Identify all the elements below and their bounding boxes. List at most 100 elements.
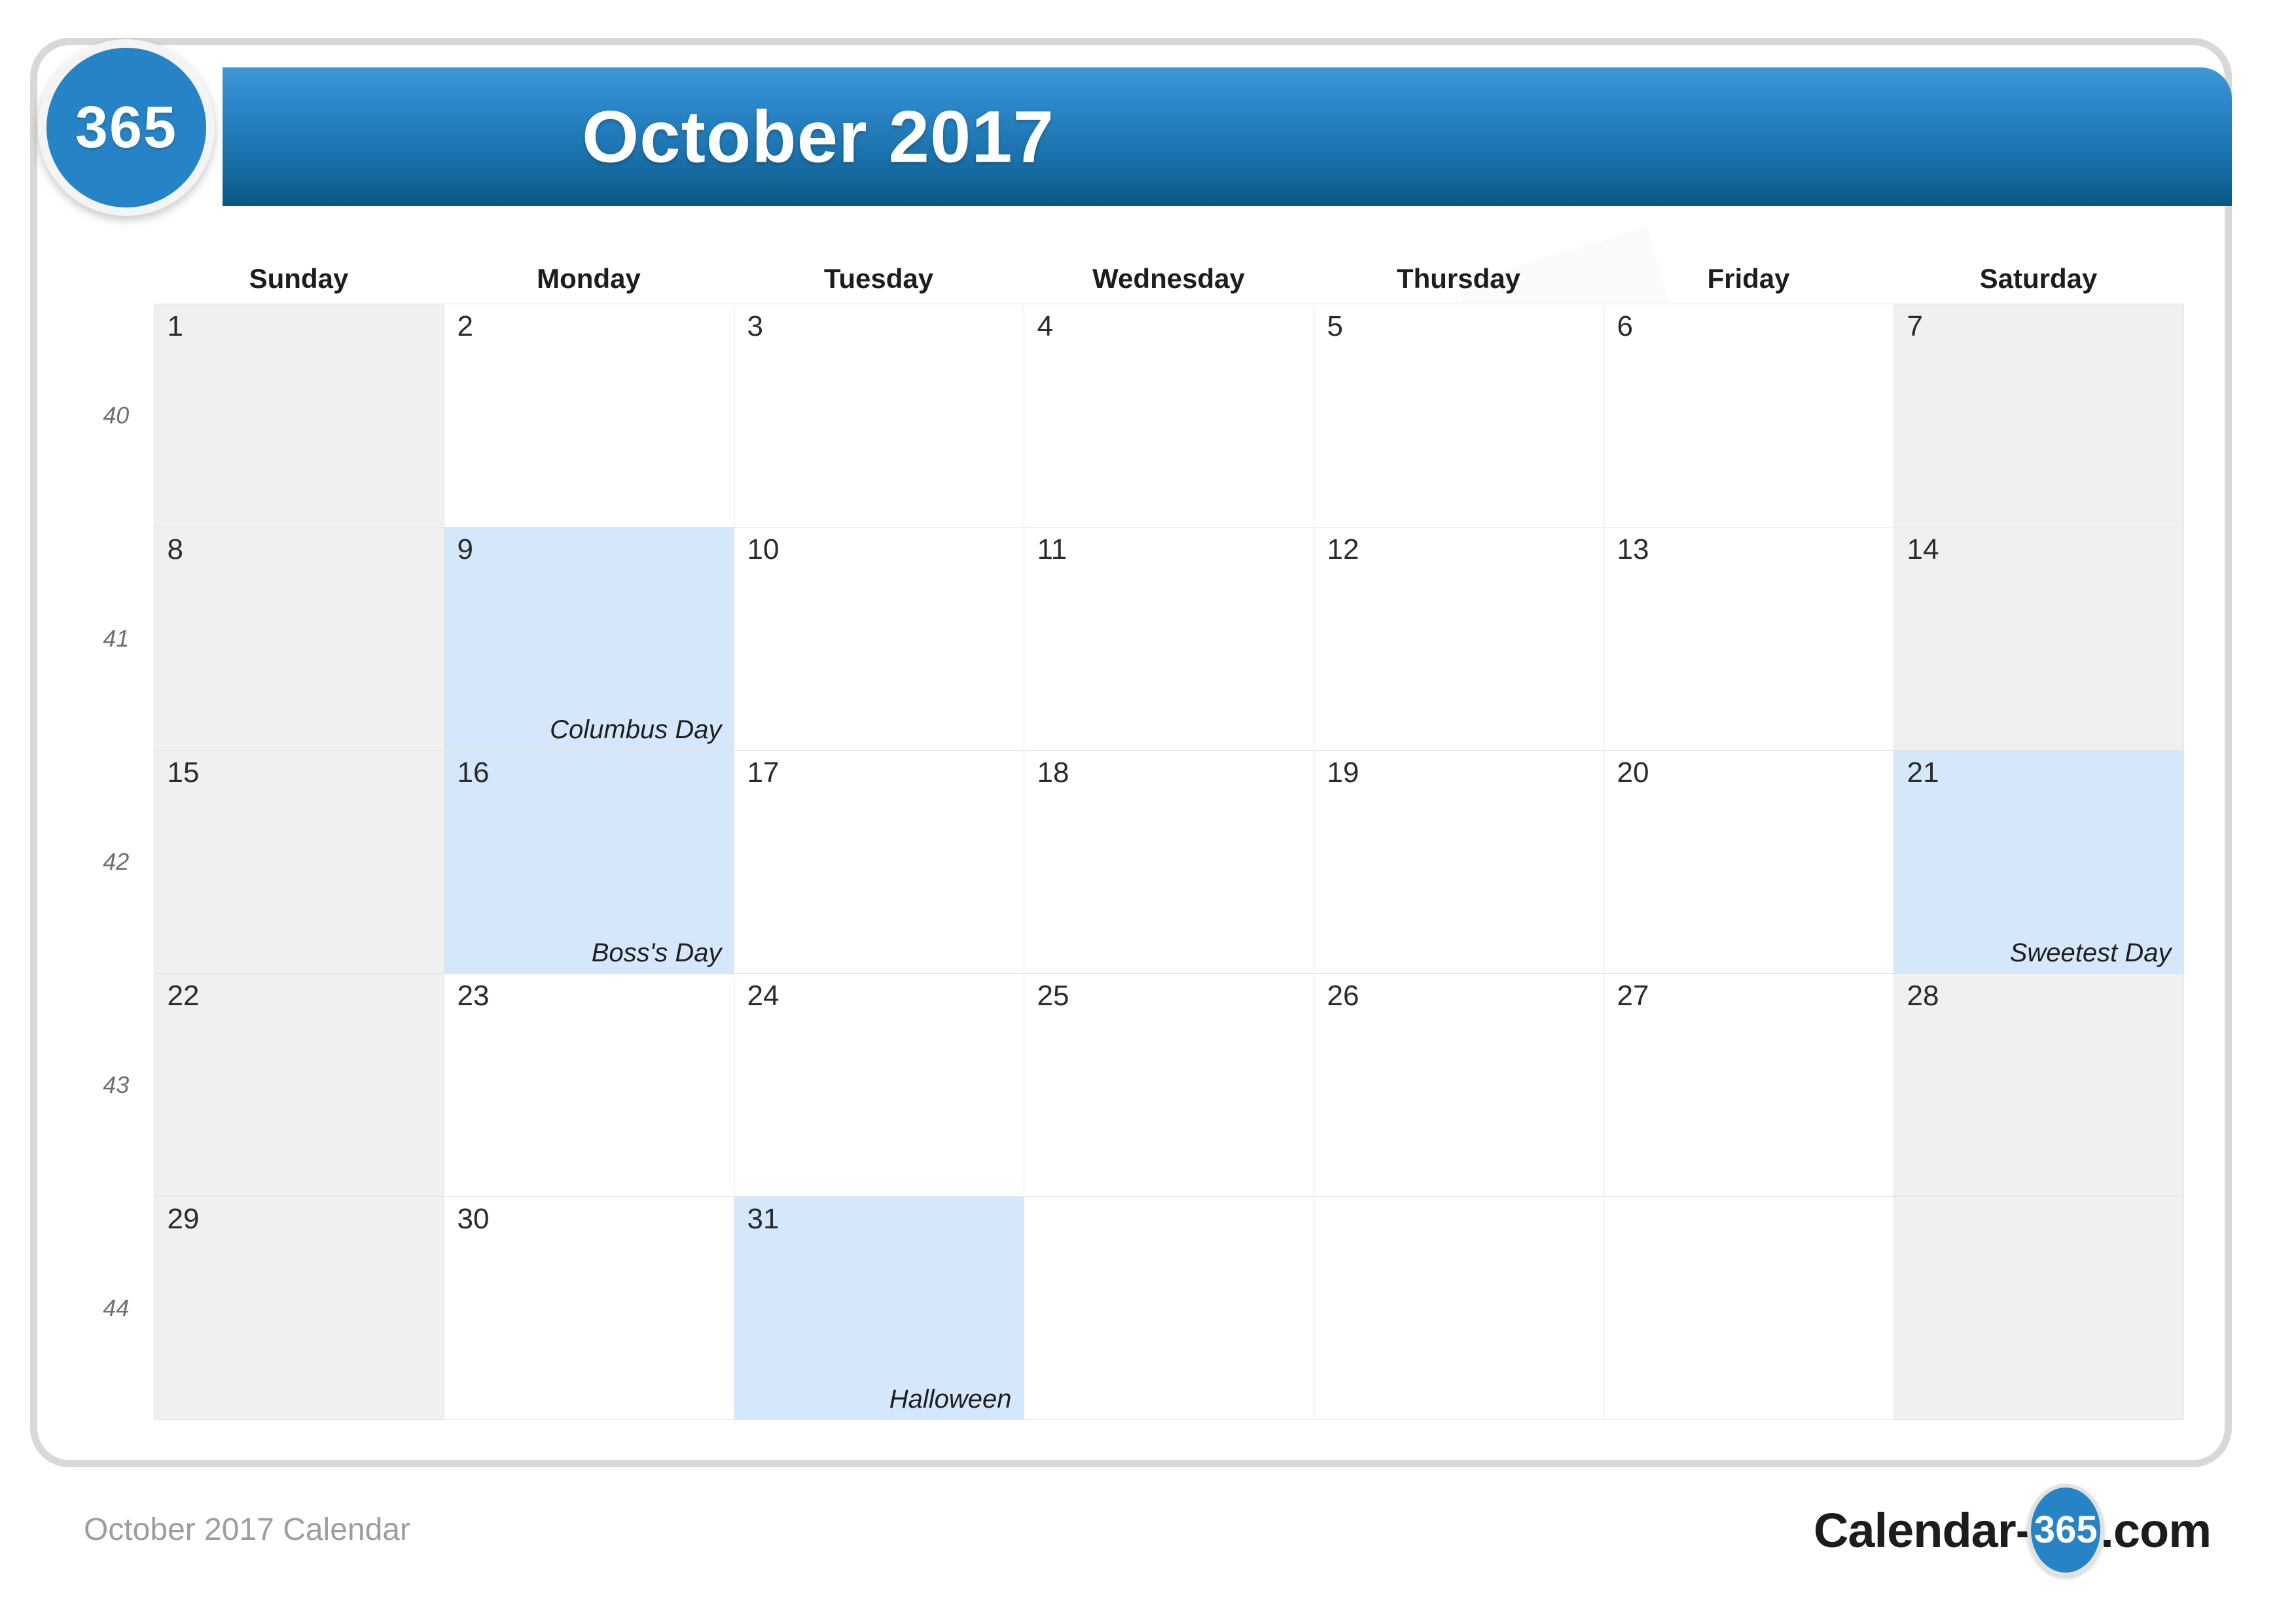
day-cell[interactable]: 8	[153, 527, 444, 751]
day-cell[interactable]: 27	[1603, 973, 1894, 1197]
day-cell[interactable]: 3	[733, 304, 1024, 527]
week-row: 42 15 16 Boss's Day 17 18 19 20 21 Sweetest Day	[79, 750, 2184, 974]
day-number: 10	[747, 533, 780, 565]
day-number: 6	[1617, 310, 1633, 342]
day-cell[interactable]: 13	[1603, 527, 1894, 751]
footer-logo-suffix: .com	[2100, 1503, 2212, 1558]
day-cell[interactable]: 30	[443, 1196, 734, 1420]
day-cell[interactable]: 28	[1893, 973, 2184, 1197]
week-row: 44 29 30 31 Halloween	[79, 1196, 2184, 1420]
day-number: 25	[1037, 980, 1069, 1012]
day-number: 16	[457, 757, 490, 789]
day-number: 14	[1907, 533, 1939, 565]
logo-badge-365: 365	[38, 39, 215, 216]
day-cell[interactable]: 9 Columbus Day	[443, 527, 734, 751]
day-header-saturday: Saturday	[1979, 263, 2098, 294]
day-cell[interactable]: 18	[1023, 750, 1314, 974]
day-cell[interactable]: 1	[153, 304, 444, 527]
day-cell[interactable]: 6	[1603, 304, 1894, 527]
day-number: 28	[1907, 980, 1939, 1012]
calendar-body: 40 1 2 3 4 5 6 7 41 8 9 Columbus Day 10 11 12 13 14 42 15 1…	[79, 304, 2184, 1420]
day-number: 23	[457, 980, 490, 1012]
day-header-monday: Monday	[537, 263, 641, 294]
day-cell[interactable]: 23	[443, 973, 734, 1197]
day-cell[interactable]: 29	[153, 1196, 444, 1420]
day-cell[interactable]: 7	[1893, 304, 2184, 527]
day-number: 30	[457, 1203, 490, 1235]
day-number: 5	[1327, 310, 1343, 342]
day-number: 3	[747, 310, 763, 342]
day-number: 7	[1907, 310, 1923, 342]
day-cell[interactable]: 12	[1313, 527, 1604, 751]
page-title: October 2017	[582, 96, 1054, 178]
week-number: 43	[79, 973, 154, 1197]
footer-logo[interactable]: Calendar- 365 .com	[1813, 1484, 2212, 1577]
title-bar: October 2017	[223, 67, 2232, 206]
day-number: 22	[167, 980, 200, 1012]
holiday-label: Sweetest Day	[2009, 938, 2172, 967]
week-number: 41	[79, 527, 154, 751]
day-cell[interactable]	[1893, 1196, 2184, 1420]
day-cell[interactable]: 11	[1023, 527, 1314, 751]
day-cell[interactable]: 10	[733, 527, 1024, 751]
holiday-label: Halloween	[889, 1385, 1012, 1414]
day-number: 15	[167, 757, 200, 789]
day-cell[interactable]: 17	[733, 750, 1024, 974]
holiday-label: Columbus Day	[550, 715, 722, 744]
week-number: 40	[79, 304, 154, 527]
day-cell[interactable]: 24	[733, 973, 1024, 1197]
day-cell[interactable]	[1603, 1196, 1894, 1420]
day-cell[interactable]: 15	[153, 750, 444, 974]
day-number: 12	[1327, 533, 1359, 565]
day-header-sunday: Sunday	[249, 263, 349, 294]
day-header-tuesday: Tuesday	[823, 263, 934, 294]
day-cell[interactable]: 19	[1313, 750, 1604, 974]
week-number-header	[79, 242, 154, 304]
week-number: 44	[79, 1196, 154, 1420]
day-cell[interactable]: 2	[443, 304, 734, 527]
footer-logo-badge-label: 365	[2034, 1508, 2098, 1551]
footer-logo-prefix: Calendar-	[1813, 1503, 2032, 1558]
footer-logo-badge-icon: 365	[2027, 1484, 2105, 1577]
day-number: 19	[1327, 757, 1359, 789]
week-row: 41 8 9 Columbus Day 10 11 12 13 14	[79, 527, 2184, 751]
logo-badge-label: 365	[75, 95, 178, 160]
day-cell[interactable]: 21 Sweetest Day	[1893, 750, 2184, 974]
day-number: 20	[1617, 757, 1649, 789]
holiday-label: Boss's Day	[591, 938, 722, 967]
calendar-table: Sunday Monday Tuesday Wednesday Thursday Frid…	[79, 242, 2184, 1420]
day-number: 17	[747, 757, 780, 789]
day-number: 26	[1327, 980, 1359, 1012]
day-header-wednesday: Wednesday	[1092, 263, 1245, 294]
footer-caption: October 2017 Calendar	[84, 1512, 410, 1547]
day-cell[interactable]: 5	[1313, 304, 1604, 527]
day-header-row: Sunday Monday Tuesday Wednesday Thursday Frid…	[79, 242, 2183, 304]
day-cell[interactable]: 31 Halloween	[733, 1196, 1024, 1420]
week-row: 43 22 23 24 25 26 27 28	[79, 973, 2184, 1197]
calendar-head: Sunday Monday Tuesday Wednesday Thursday Frid…	[79, 242, 2183, 304]
day-cell[interactable]: 26	[1313, 973, 1604, 1197]
day-cell[interactable]: 16 Boss's Day	[443, 750, 734, 974]
day-number: 18	[1037, 757, 1069, 789]
day-number: 21	[1907, 757, 1939, 789]
day-number: 9	[457, 533, 473, 565]
day-number: 29	[167, 1203, 200, 1235]
day-cell[interactable]: 14	[1893, 527, 2184, 751]
day-header-thursday: Thursday	[1396, 263, 1521, 294]
day-cell[interactable]	[1023, 1196, 1314, 1420]
day-cell[interactable]	[1313, 1196, 1604, 1420]
week-number: 42	[79, 750, 154, 974]
day-number: 27	[1617, 980, 1649, 1012]
day-number: 31	[747, 1203, 780, 1235]
day-cell[interactable]: 20	[1603, 750, 1894, 974]
day-cell[interactable]: 22	[153, 973, 444, 1197]
day-number: 2	[457, 310, 473, 342]
day-number: 13	[1617, 533, 1649, 565]
week-row: 40 1 2 3 4 5 6 7	[79, 304, 2184, 527]
day-number: 11	[1037, 533, 1067, 565]
calendar-grid: Sunday Monday Tuesday Wednesday Thursday Frid…	[79, 242, 2184, 1420]
day-number: 24	[747, 980, 780, 1012]
day-cell[interactable]: 4	[1023, 304, 1314, 527]
day-number: 1	[167, 310, 183, 342]
day-cell[interactable]: 25	[1023, 973, 1314, 1197]
